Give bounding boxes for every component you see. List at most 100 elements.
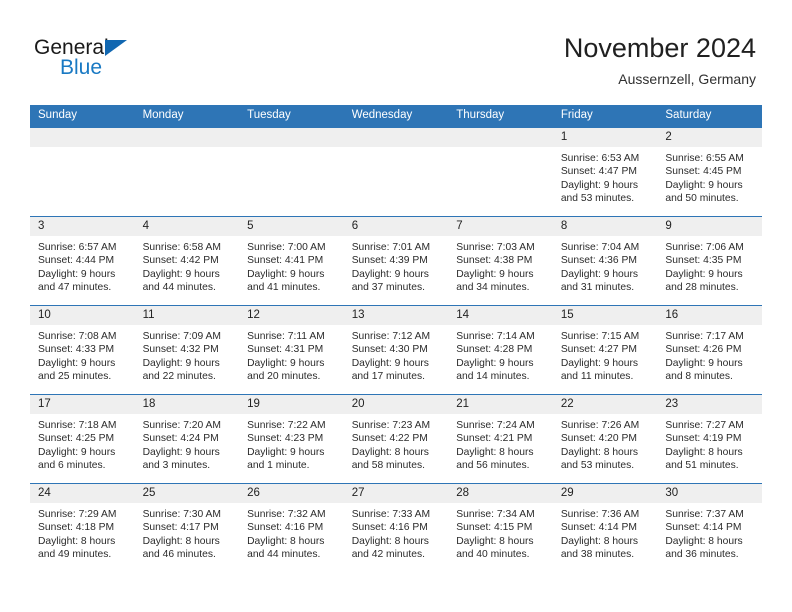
day-cell[interactable]: 23 Sunrise: 7:27 AM Sunset: 4:19 PM Dayligh… xyxy=(657,395,762,483)
day-number: 10 xyxy=(30,306,135,325)
day-details: Sunrise: 6:57 AM Sunset: 4:44 PM Daylight:… xyxy=(30,236,135,295)
calendar-day-cell[interactable] xyxy=(134,127,240,217)
day-cell[interactable]: 12 Sunrise: 7:11 AM Sunset: 4:31 PM Dayligh… xyxy=(239,306,344,394)
sunrise-text: Sunrise: 7:27 AM xyxy=(665,420,744,431)
calendar-day-cell[interactable]: 28 Sunrise: 7:34 AM Sunset: 4:15 PM Dayligh… xyxy=(448,483,553,572)
daylight-text-line1: Daylight: 9 hours xyxy=(560,357,639,369)
day-cell[interactable]: 19 Sunrise: 7:22 AM Sunset: 4:23 PM Dayligh… xyxy=(239,395,344,483)
day-cell[interactable]: 2 Sunrise: 6:55 AM Sunset: 4:45 PM Daylight… xyxy=(657,128,762,216)
daylight-text-line2: and 42 minutes. xyxy=(351,549,425,561)
day-number: 16 xyxy=(657,306,762,325)
day-cell[interactable]: 22 Sunrise: 7:26 AM Sunset: 4:20 PM Dayligh… xyxy=(552,395,658,483)
day-cell[interactable]: 13 Sunrise: 7:12 AM Sunset: 4:30 PM Dayligh… xyxy=(343,306,449,394)
calendar-day-cell[interactable]: 5 Sunrise: 7:00 AM Sunset: 4:41 PM Daylight… xyxy=(239,216,344,306)
calendar-day-cell[interactable]: 8 Sunrise: 7:04 AM Sunset: 4:36 PM Daylight… xyxy=(552,216,658,306)
calendar-day-cell[interactable]: 2 Sunrise: 6:55 AM Sunset: 4:45 PM Daylight… xyxy=(657,127,762,217)
day-number xyxy=(30,128,135,147)
day-cell[interactable]: 27 Sunrise: 7:33 AM Sunset: 4:16 PM Dayligh… xyxy=(343,484,449,572)
day-details: Sunrise: 7:26 AM Sunset: 4:20 PM Daylight:… xyxy=(553,414,658,473)
calendar-day-cell[interactable]: 20 Sunrise: 7:23 AM Sunset: 4:22 PM Dayligh… xyxy=(343,394,449,484)
day-cell[interactable]: 9 Sunrise: 7:06 AM Sunset: 4:35 PM Daylight… xyxy=(657,217,762,305)
calendar-day-cell[interactable] xyxy=(239,127,344,217)
day-cell[interactable]: 26 Sunrise: 7:32 AM Sunset: 4:16 PM Dayligh… xyxy=(239,484,344,572)
day-number: 27 xyxy=(343,484,449,503)
calendar-day-cell[interactable]: 3 Sunrise: 6:57 AM Sunset: 4:44 PM Daylight… xyxy=(30,216,135,306)
day-number: 6 xyxy=(343,217,449,236)
day-cell[interactable]: 1 Sunrise: 6:53 AM Sunset: 4:47 PM Daylight… xyxy=(552,128,658,216)
daylight-text-line1: Daylight: 9 hours xyxy=(665,179,743,191)
day-details: Sunrise: 7:24 AM Sunset: 4:21 PM Daylight:… xyxy=(448,414,553,473)
calendar-day-cell[interactable]: 15 Sunrise: 7:15 AM Sunset: 4:27 PM Dayligh… xyxy=(552,305,658,395)
calendar-day-cell[interactable]: 24 Sunrise: 7:29 AM Sunset: 4:18 PM Dayligh… xyxy=(30,483,135,572)
calendar-day-cell[interactable] xyxy=(30,127,135,217)
calendar-day-cell[interactable]: 10 Sunrise: 7:08 AM Sunset: 4:33 PM Dayligh… xyxy=(30,305,135,395)
calendar-day-cell[interactable]: 7 Sunrise: 7:03 AM Sunset: 4:38 PM Daylight… xyxy=(448,216,553,306)
day-number: 8 xyxy=(552,217,658,236)
calendar-day-cell[interactable]: 6 Sunrise: 7:01 AM Sunset: 4:39 PM Daylight… xyxy=(343,216,449,306)
calendar-day-cell[interactable]: 11 Sunrise: 7:09 AM Sunset: 4:32 PM Dayligh… xyxy=(134,305,240,395)
day-cell[interactable]: 29 Sunrise: 7:36 AM Sunset: 4:14 PM Dayligh… xyxy=(552,484,658,572)
day-cell[interactable]: 7 Sunrise: 7:03 AM Sunset: 4:38 PM Daylight… xyxy=(448,217,553,305)
day-cell[interactable]: 14 Sunrise: 7:14 AM Sunset: 4:28 PM Dayligh… xyxy=(448,306,553,394)
day-cell[interactable]: 16 Sunrise: 7:17 AM Sunset: 4:26 PM Dayligh… xyxy=(657,306,762,394)
day-cell[interactable]: 3 Sunrise: 6:57 AM Sunset: 4:44 PM Daylight… xyxy=(30,217,135,305)
day-cell[interactable]: 6 Sunrise: 7:01 AM Sunset: 4:39 PM Daylight… xyxy=(343,217,449,305)
calendar-day-cell[interactable]: 22 Sunrise: 7:26 AM Sunset: 4:20 PM Dayligh… xyxy=(552,394,658,484)
day-cell[interactable]: 25 Sunrise: 7:30 AM Sunset: 4:17 PM Dayligh… xyxy=(134,484,240,572)
day-cell[interactable]: 18 Sunrise: 7:20 AM Sunset: 4:24 PM Dayligh… xyxy=(134,395,240,483)
day-cell[interactable]: 11 Sunrise: 7:09 AM Sunset: 4:32 PM Dayligh… xyxy=(134,306,240,394)
day-details: Sunrise: 7:27 AM Sunset: 4:19 PM Daylight:… xyxy=(657,414,762,473)
calendar-day-cell[interactable]: 30 Sunrise: 7:37 AM Sunset: 4:14 PM Dayligh… xyxy=(657,483,762,572)
day-cell[interactable]: 24 Sunrise: 7:29 AM Sunset: 4:18 PM Dayligh… xyxy=(30,484,135,572)
sunrise-text: Sunrise: 7:29 AM xyxy=(38,509,117,520)
calendar-day-cell[interactable]: 17 Sunrise: 7:18 AM Sunset: 4:25 PM Dayligh… xyxy=(30,394,135,484)
day-cell[interactable]: 8 Sunrise: 7:04 AM Sunset: 4:36 PM Daylight… xyxy=(552,217,658,305)
day-number: 2 xyxy=(657,128,762,147)
day-cell[interactable]: 20 Sunrise: 7:23 AM Sunset: 4:22 PM Dayligh… xyxy=(343,395,449,483)
sunrise-text: Sunrise: 7:17 AM xyxy=(665,331,744,342)
day-details: Sunrise: 6:55 AM Sunset: 4:45 PM Daylight:… xyxy=(657,147,762,206)
day-cell[interactable]: 21 Sunrise: 7:24 AM Sunset: 4:21 PM Dayligh… xyxy=(448,395,553,483)
calendar-day-cell[interactable]: 21 Sunrise: 7:24 AM Sunset: 4:21 PM Dayligh… xyxy=(448,394,553,484)
daylight-text-line2: and 50 minutes. xyxy=(665,193,739,205)
calendar-day-cell[interactable] xyxy=(448,127,553,217)
calendar-day-cell[interactable]: 4 Sunrise: 6:58 AM Sunset: 4:42 PM Daylight… xyxy=(134,216,240,306)
calendar-day-cell[interactable]: 13 Sunrise: 7:12 AM Sunset: 4:30 PM Dayligh… xyxy=(343,305,449,395)
day-cell[interactable]: 30 Sunrise: 7:37 AM Sunset: 4:14 PM Dayligh… xyxy=(657,484,762,572)
calendar-day-cell[interactable] xyxy=(343,127,449,217)
calendar-day-cell[interactable]: 19 Sunrise: 7:22 AM Sunset: 4:23 PM Dayligh… xyxy=(239,394,344,484)
sunset-text: Sunset: 4:17 PM xyxy=(142,522,219,534)
calendar-day-cell[interactable]: 14 Sunrise: 7:14 AM Sunset: 4:28 PM Dayligh… xyxy=(448,305,553,395)
calendar-day-cell[interactable]: 1 Sunrise: 6:53 AM Sunset: 4:47 PM Daylight… xyxy=(552,127,658,217)
calendar-day-cell[interactable]: 16 Sunrise: 7:17 AM Sunset: 4:26 PM Dayligh… xyxy=(657,305,762,395)
day-cell[interactable]: 28 Sunrise: 7:34 AM Sunset: 4:15 PM Dayligh… xyxy=(448,484,553,572)
day-cell[interactable]: 5 Sunrise: 7:00 AM Sunset: 4:41 PM Daylight… xyxy=(239,217,344,305)
page-subtitle: Aussernzell, Germany xyxy=(618,71,756,87)
day-cell[interactable]: 10 Sunrise: 7:08 AM Sunset: 4:33 PM Dayligh… xyxy=(30,306,135,394)
calendar-day-cell[interactable]: 18 Sunrise: 7:20 AM Sunset: 4:24 PM Dayligh… xyxy=(134,394,240,484)
calendar-day-cell[interactable]: 9 Sunrise: 7:06 AM Sunset: 4:35 PM Daylight… xyxy=(657,216,762,306)
calendar-day-cell[interactable]: 27 Sunrise: 7:33 AM Sunset: 4:16 PM Dayligh… xyxy=(343,483,449,572)
calendar-week-row: 3 Sunrise: 6:57 AM Sunset: 4:44 PM Daylight… xyxy=(30,216,762,306)
sunset-text: Sunset: 4:15 PM xyxy=(456,522,533,534)
sunset-text: Sunset: 4:35 PM xyxy=(665,255,742,267)
daylight-text-line2: and 8 minutes. xyxy=(665,371,733,383)
day-number: 1 xyxy=(552,128,658,147)
calendar-week-row: 1 Sunrise: 6:53 AM Sunset: 4:47 PM Daylight… xyxy=(30,127,762,217)
daylight-text-line1: Daylight: 9 hours xyxy=(247,268,325,280)
day-cell[interactable]: 4 Sunrise: 6:58 AM Sunset: 4:42 PM Daylight… xyxy=(134,217,240,305)
daylight-text-line1: Daylight: 9 hours xyxy=(142,446,220,458)
day-cell[interactable]: 15 Sunrise: 7:15 AM Sunset: 4:27 PM Dayligh… xyxy=(552,306,658,394)
calendar-day-cell[interactable]: 25 Sunrise: 7:30 AM Sunset: 4:17 PM Dayligh… xyxy=(134,483,240,572)
brand-logo[interactable]: General Blue xyxy=(34,36,214,90)
sunset-text: Sunset: 4:22 PM xyxy=(351,433,428,445)
calendar-day-cell[interactable]: 26 Sunrise: 7:32 AM Sunset: 4:16 PM Dayligh… xyxy=(239,483,344,572)
calendar-day-cell[interactable]: 29 Sunrise: 7:36 AM Sunset: 4:14 PM Dayligh… xyxy=(552,483,658,572)
calendar-day-cell[interactable]: 12 Sunrise: 7:11 AM Sunset: 4:31 PM Dayligh… xyxy=(239,305,344,395)
daylight-text-line1: Daylight: 9 hours xyxy=(456,357,534,369)
sunrise-text: Sunrise: 7:23 AM xyxy=(351,420,431,431)
sunset-text: Sunset: 4:45 PM xyxy=(665,166,742,178)
day-number: 20 xyxy=(343,395,449,414)
day-cell[interactable]: 17 Sunrise: 7:18 AM Sunset: 4:25 PM Dayligh… xyxy=(30,395,135,483)
calendar-day-cell[interactable]: 23 Sunrise: 7:27 AM Sunset: 4:19 PM Dayligh… xyxy=(657,394,762,484)
